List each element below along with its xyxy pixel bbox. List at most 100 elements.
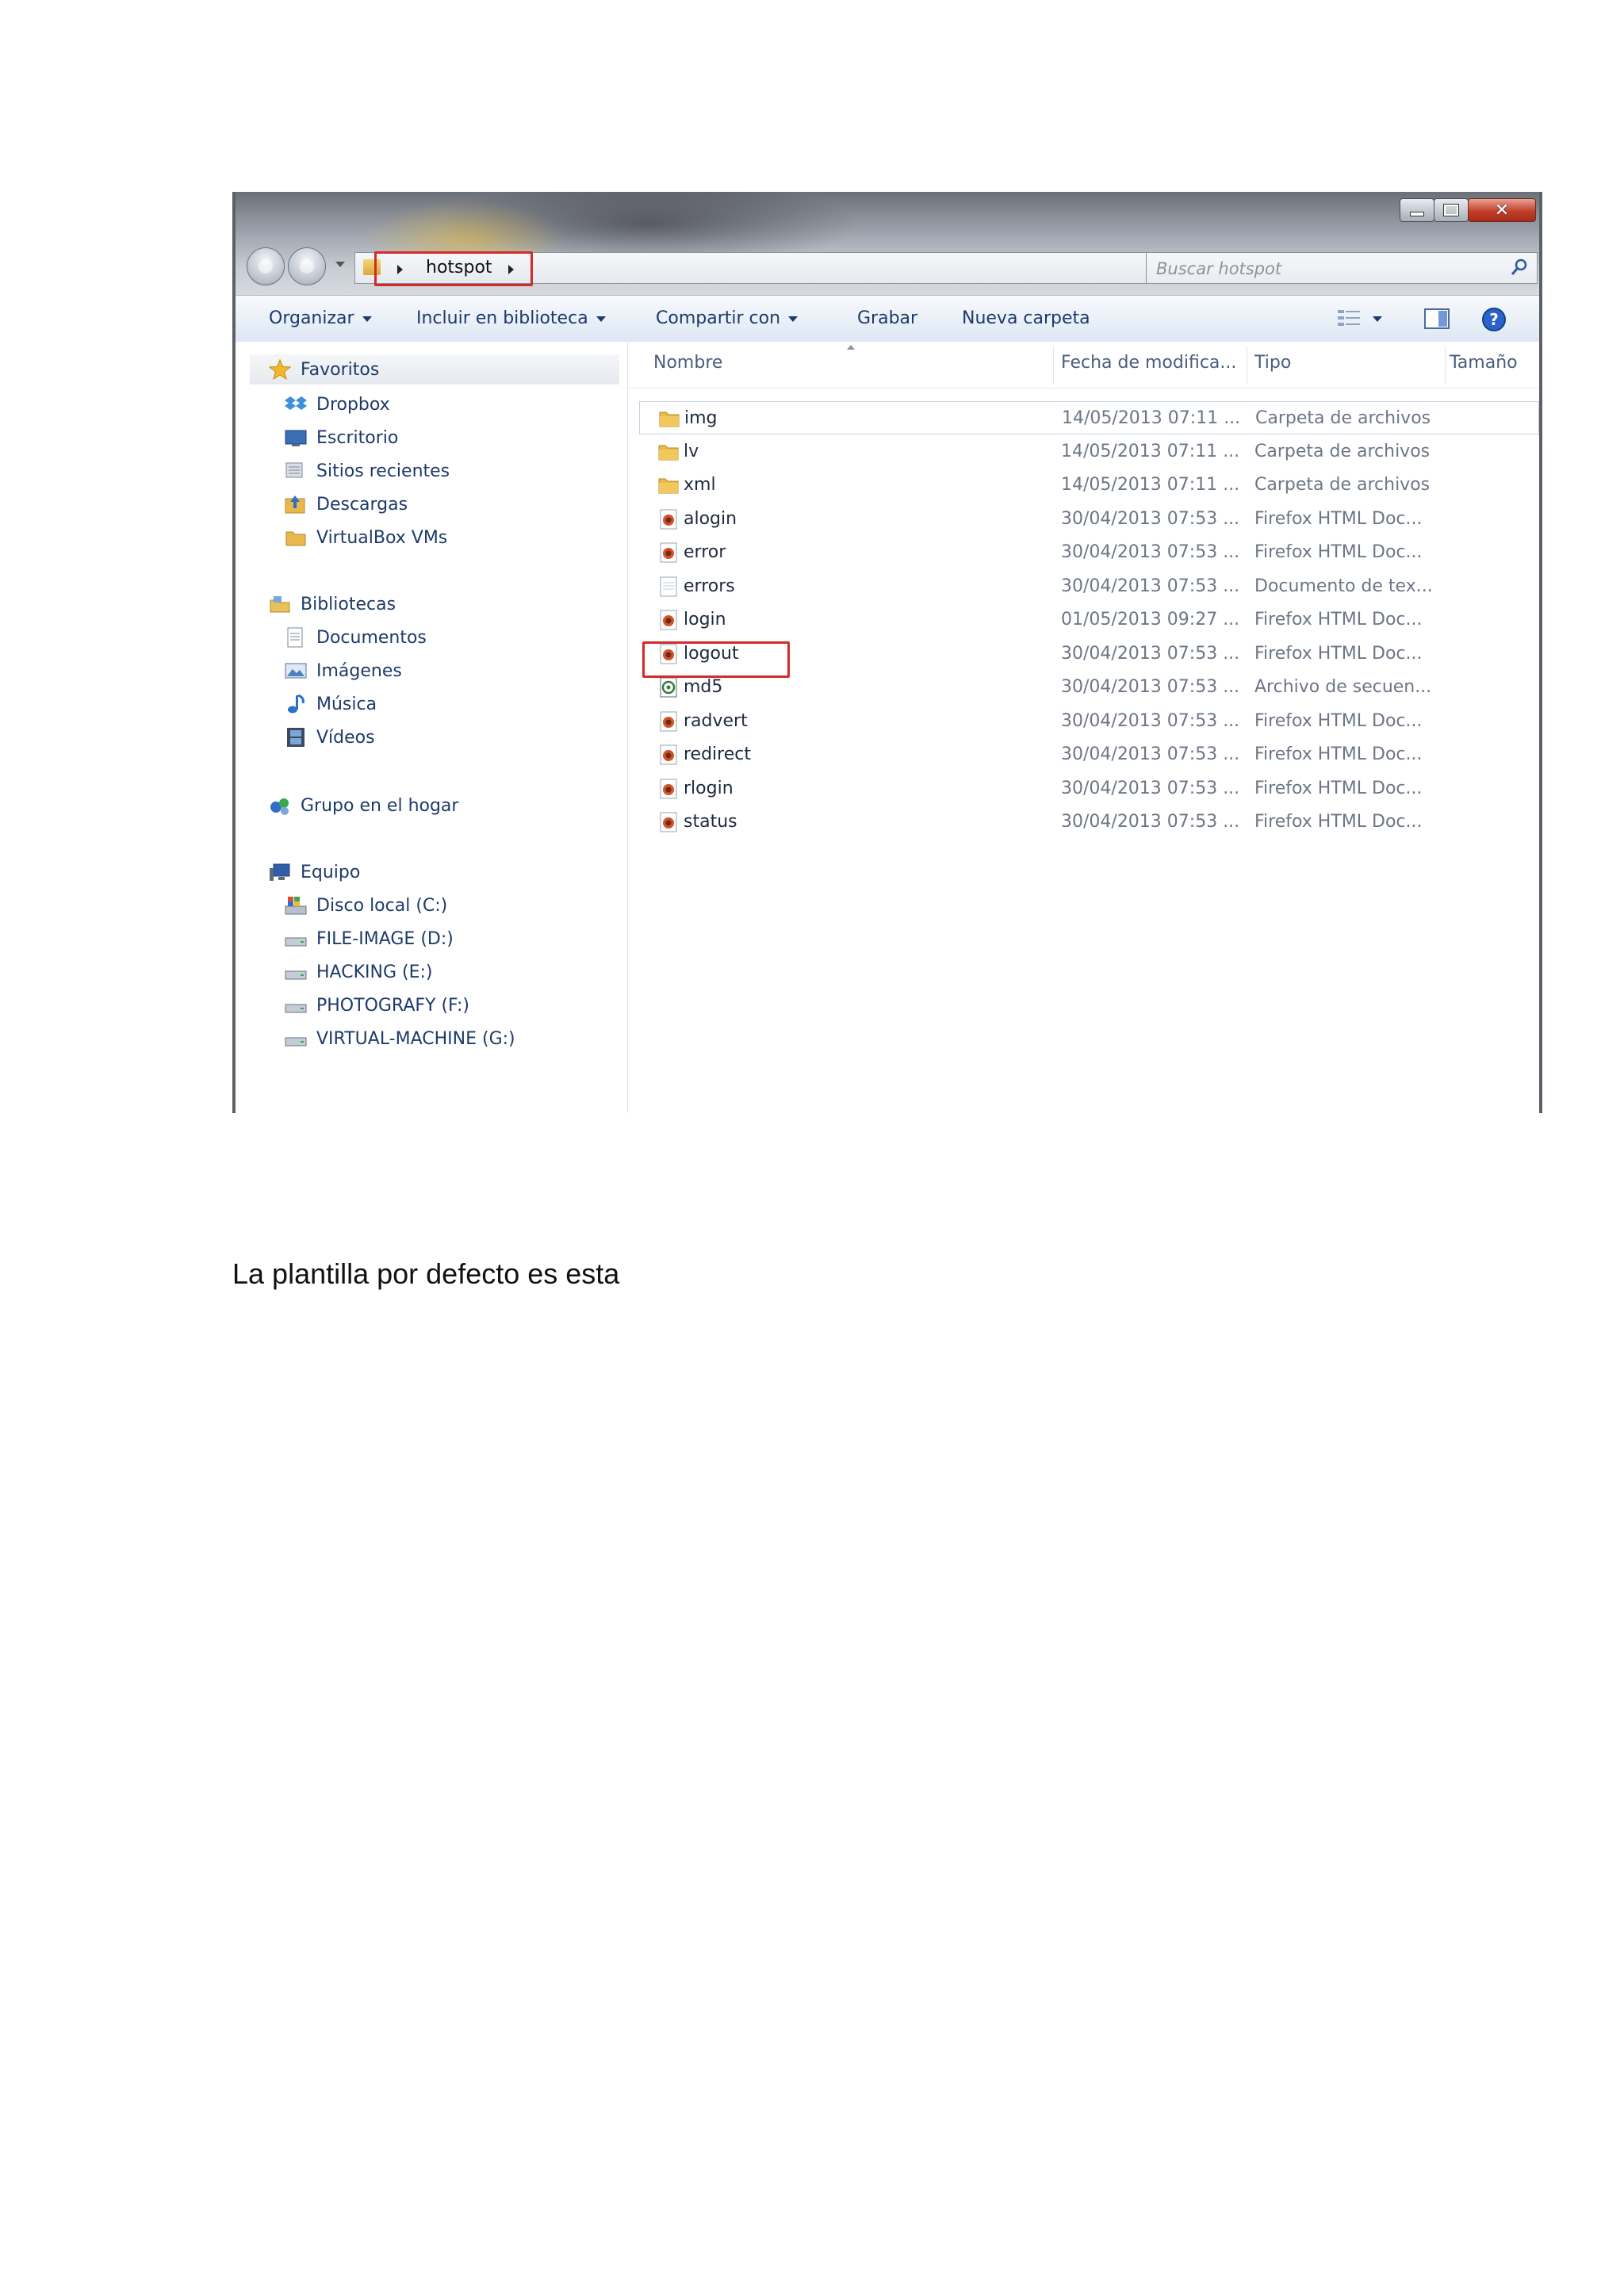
file-type: Firefox HTML Doc... — [1254, 778, 1423, 798]
close-button[interactable]: ✕ — [1468, 198, 1536, 222]
minimize-icon — [1410, 212, 1424, 216]
column-header-date[interactable]: Fecha de modifica... — [1061, 353, 1236, 373]
address-bar[interactable]: hotspot ⇆ — [354, 251, 1208, 286]
file-row-img[interactable]: img 14/05/2013 07:11 ... Carpeta de archiv… — [639, 401, 1539, 434]
file-row-redirect[interactable]: redirect 30/04/2013 07:53 ... Firefox HTML… — [628, 738, 1539, 771]
document-caption: La plantilla por defecto es esta — [232, 1257, 620, 1290]
preview-pane-icon[interactable] — [1423, 307, 1450, 331]
file-row-status[interactable]: status 30/04/2013 07:53 ... Firefox HTML D… — [628, 806, 1539, 839]
nav-item-sitios-recientes[interactable]: Sitios recientes — [285, 461, 450, 481]
firefox-html-icon — [658, 711, 679, 732]
file-type: Firefox HTML Doc... — [1254, 542, 1423, 562]
file-row-alogin[interactable]: alogin 30/04/2013 07:53 ... Firefox HTML D… — [628, 503, 1539, 536]
share-button[interactable]: Compartir con — [656, 308, 799, 328]
include-library-label: Incluir en biblioteca — [416, 308, 588, 328]
column-divider[interactable] — [1053, 346, 1054, 385]
minimize-button[interactable] — [1400, 198, 1434, 222]
firefox-html-icon — [658, 509, 679, 530]
nav-item-drive-f[interactable]: PHOTOGRAFY (F:) — [285, 995, 469, 1016]
file-name: radvert — [684, 710, 748, 731]
file-name: lv — [684, 441, 699, 461]
text-document-icon — [658, 576, 679, 597]
videos-icon — [287, 728, 304, 747]
chevron-down-icon — [362, 316, 372, 322]
file-name: img — [684, 408, 718, 428]
nav-item-imagenes[interactable]: Imágenes — [285, 660, 402, 681]
column-header-size[interactable]: Tamaño — [1450, 353, 1518, 373]
file-type: Firefox HTML Doc... — [1254, 610, 1423, 629]
firefox-html-icon — [658, 779, 679, 799]
file-list: Nombre Fecha de modifica... Tipo Tamaño … — [628, 342, 1539, 1113]
column-header-type[interactable]: Tipo — [1254, 353, 1291, 373]
close-icon: ✕ — [1494, 200, 1510, 220]
history-dropdown-icon[interactable] — [335, 262, 345, 267]
nav-item-label: FILE-IMAGE (D:) — [316, 928, 454, 949]
nav-item-label: HACKING (E:) — [316, 962, 433, 982]
file-date: 30/04/2013 07:53 ... — [1061, 710, 1240, 731]
search-icon[interactable] — [1510, 258, 1529, 277]
folder-icon — [658, 442, 679, 462]
system-drive-icon — [285, 897, 307, 915]
breadcrumb-arrow-icon[interactable] — [508, 265, 514, 274]
file-row-error[interactable]: error 30/04/2013 07:53 ... Firefox HTML Do… — [628, 536, 1539, 569]
file-type: Archivo de secuen... — [1254, 677, 1432, 697]
help-icon[interactable]: ? — [1480, 307, 1507, 334]
view-dropdown-button[interactable] — [1373, 308, 1382, 328]
file-type: Firefox HTML Doc... — [1254, 744, 1423, 764]
column-header-name[interactable]: Nombre — [653, 353, 722, 373]
firefox-html-icon — [658, 542, 679, 563]
nav-computer[interactable]: Equipo — [269, 862, 360, 882]
nav-item-drive-g[interactable]: VIRTUAL-MACHINE (G:) — [285, 1028, 515, 1049]
script-file-icon — [658, 677, 679, 698]
organize-button[interactable]: Organizar — [269, 308, 372, 328]
star-icon — [269, 359, 291, 380]
maximize-icon — [1443, 204, 1459, 216]
file-row-lv[interactable]: lv 14/05/2013 07:11 ... Carpeta de archivo… — [628, 435, 1539, 469]
nav-item-descargas[interactable]: Descargas — [285, 494, 408, 515]
nav-item-label: Vídeos — [316, 727, 375, 748]
forward-button[interactable] — [288, 247, 326, 285]
nav-homegroup[interactable]: Grupo en el hogar — [269, 795, 458, 816]
nav-item-documentos[interactable]: Documentos — [285, 627, 427, 648]
computer-icon — [270, 863, 290, 881]
nav-item-dropbox[interactable]: Dropbox — [285, 394, 390, 415]
nav-favorites[interactable]: Favoritos — [269, 359, 379, 380]
pictures-icon — [285, 663, 307, 679]
nav-item-drive-d[interactable]: FILE-IMAGE (D:) — [285, 928, 454, 949]
nav-favorites-label: Favoritos — [301, 359, 380, 380]
nav-libraries[interactable]: Bibliotecas — [269, 594, 396, 614]
file-date: 30/04/2013 07:53 ... — [1061, 643, 1240, 664]
nav-item-label: Escritorio — [316, 427, 399, 448]
command-bar: Organizar Incluir en biblioteca Comparti… — [236, 295, 1539, 342]
homegroup-icon — [270, 798, 289, 815]
breadcrumb-arrow-icon[interactable] — [397, 265, 403, 274]
search-box[interactable] — [1146, 252, 1538, 284]
file-row-radvert[interactable]: radvert 30/04/2013 07:53 ... Firefox HTML … — [628, 705, 1539, 738]
nav-item-drive-c[interactable]: Disco local (C:) — [285, 895, 447, 916]
nav-item-drive-e[interactable]: HACKING (E:) — [285, 962, 432, 982]
nav-computer-label: Equipo — [301, 862, 361, 882]
new-folder-button[interactable]: Nueva carpeta — [962, 308, 1090, 328]
file-date: 30/04/2013 07:53 ... — [1061, 778, 1240, 798]
burn-button[interactable]: Grabar — [857, 308, 917, 328]
breadcrumb-hotspot[interactable]: hotspot — [426, 258, 492, 277]
view-options-icon[interactable] — [1336, 307, 1363, 329]
drive-icon — [285, 1004, 307, 1013]
nav-item-videos[interactable]: Vídeos — [285, 727, 375, 748]
sort-ascending-icon — [847, 345, 855, 350]
nav-item-label: Sitios recientes — [316, 461, 450, 481]
nav-item-label: Dropbox — [316, 394, 390, 415]
include-library-button[interactable]: Incluir en biblioteca — [416, 308, 606, 328]
file-row-rlogin[interactable]: rlogin 30/04/2013 07:53 ... Firefox HTML D… — [628, 772, 1539, 806]
search-input[interactable] — [1155, 256, 1491, 281]
maximize-button[interactable] — [1434, 198, 1469, 222]
nav-item-virtualbox-vms[interactable]: VirtualBox VMs — [285, 527, 447, 548]
back-button[interactable] — [247, 247, 285, 285]
file-row-login[interactable]: login 01/05/2013 09:27 ... Firefox HTML Do… — [628, 603, 1539, 637]
file-type: Firefox HTML Doc... — [1254, 508, 1423, 529]
file-row-errors[interactable]: errors 30/04/2013 07:53 ... Documento de t… — [628, 570, 1539, 603]
nav-item-musica[interactable]: Música — [285, 694, 377, 714]
column-divider[interactable] — [1445, 346, 1446, 385]
nav-item-escritorio[interactable]: Escritorio — [285, 427, 398, 448]
file-row-xml[interactable]: xml 14/05/2013 07:11 ... Carpeta de archiv… — [628, 469, 1539, 502]
